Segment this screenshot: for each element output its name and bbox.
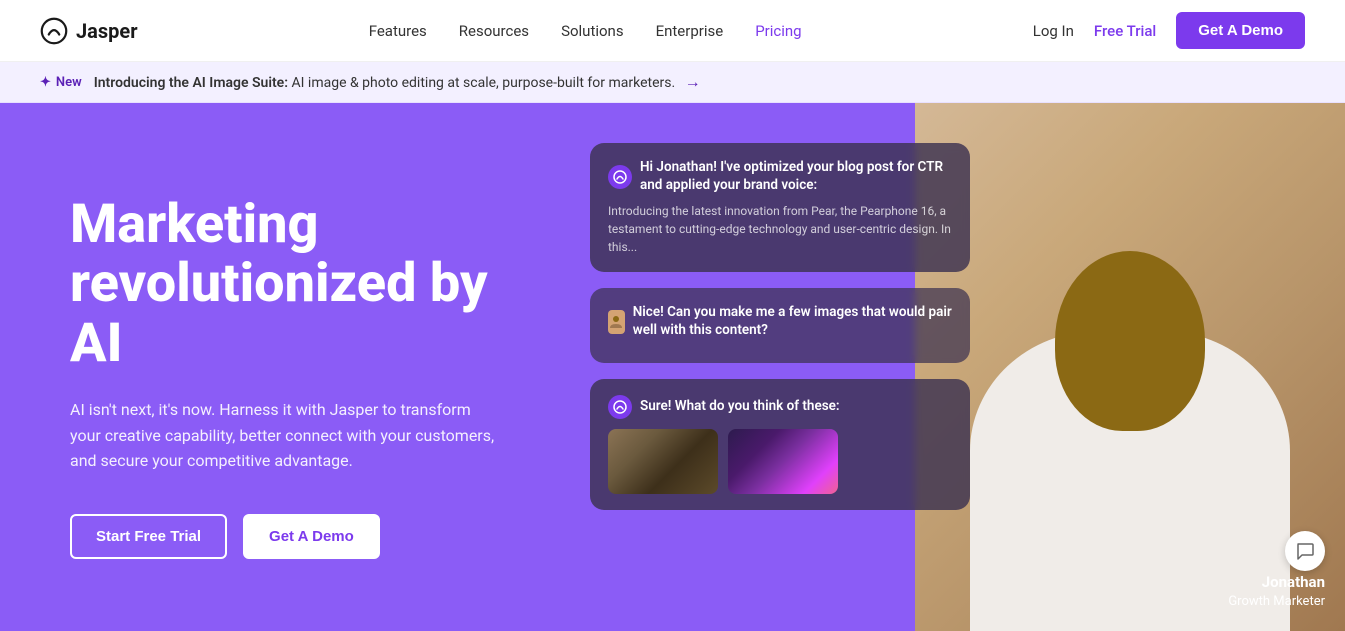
nav-resources[interactable]: Resources	[459, 22, 529, 40]
chat-bubble-1-title: Hi Jonathan! I've optimized your blog po…	[640, 159, 952, 194]
user-avatar	[608, 310, 625, 334]
announcement-bar[interactable]: ✦ New Introducing the AI Image Suite: AI…	[0, 62, 1345, 103]
get-demo-button[interactable]: Get A Demo	[1176, 12, 1305, 49]
person-head	[1055, 251, 1205, 431]
jasper-icon-1	[613, 170, 627, 184]
hero-section: Marketing revolutionized by AI AI isn't …	[0, 103, 1345, 631]
hero-right: Hi Jonathan! I've optimized your blog po…	[560, 103, 1345, 631]
hero-title: Marketing revolutionized by AI	[70, 195, 500, 373]
logo[interactable]: Jasper	[40, 17, 138, 45]
announcement-arrow: →	[685, 72, 701, 91]
hero-left: Marketing revolutionized by AI AI isn't …	[0, 103, 560, 631]
chat-bubble-2-body: Nice! Can you make me a few images that …	[633, 304, 952, 339]
nav-pricing[interactable]: Pricing	[755, 22, 801, 40]
chat-thumbnail-1	[608, 429, 718, 494]
nav-links: Features Resources Solutions Enterprise …	[369, 21, 802, 40]
announcement-new-badge: ✦ New	[40, 75, 82, 90]
nav-enterprise[interactable]: Enterprise	[656, 22, 724, 40]
nav-solutions[interactable]: Solutions	[561, 22, 624, 40]
start-free-trial-button[interactable]: Start Free Trial	[70, 514, 227, 559]
jasper-icon-3	[613, 400, 627, 414]
chat-widget-icon	[1295, 541, 1315, 561]
chat-bubble-3-title: Sure! What do you think of these:	[640, 398, 840, 416]
chat-container: Hi Jonathan! I've optimized your blog po…	[590, 143, 970, 510]
chat-bubble-1-body: Introducing the latest innovation from P…	[608, 202, 952, 256]
chat-bubble-2: Nice! Can you make me a few images that …	[590, 288, 970, 363]
free-trial-link[interactable]: Free Trial	[1094, 22, 1156, 40]
user-icon	[608, 314, 624, 330]
hero-subtitle: AI isn't next, it's now. Harness it with…	[70, 397, 500, 474]
hero-get-demo-button[interactable]: Get A Demo	[243, 514, 380, 559]
person-image: Jonathan Growth Marketer	[915, 103, 1345, 631]
navbar: Jasper Features Resources Solutions Ente…	[0, 0, 1345, 62]
chat-bubble-3-header: Sure! What do you think of these:	[608, 395, 952, 419]
star-icon: ✦	[40, 75, 51, 90]
nav-features[interactable]: Features	[369, 22, 427, 40]
jasper-logo-icon	[40, 17, 68, 45]
jasper-avatar-3	[608, 395, 632, 419]
announcement-text: Introducing the AI Image Suite: AI image…	[94, 72, 701, 92]
chat-widget-button[interactable]	[1285, 531, 1325, 571]
chat-bubble-1-header: Hi Jonathan! I've optimized your blog po…	[608, 159, 952, 194]
chat-image-thumbnails	[608, 429, 952, 494]
nav-actions: Log In Free Trial Get A Demo	[1033, 12, 1305, 49]
person-name-tag: Jonathan Growth Marketer	[1228, 572, 1325, 611]
hero-buttons: Start Free Trial Get A Demo	[70, 514, 500, 559]
chat-bubble-1: Hi Jonathan! I've optimized your blog po…	[590, 143, 970, 272]
chat-bubble-2-header: Nice! Can you make me a few images that …	[608, 304, 952, 339]
chat-bubble-3: Sure! What do you think of these:	[590, 379, 970, 510]
jasper-avatar-1	[608, 165, 632, 189]
login-link[interactable]: Log In	[1033, 22, 1074, 40]
chat-thumbnail-2	[728, 429, 838, 494]
